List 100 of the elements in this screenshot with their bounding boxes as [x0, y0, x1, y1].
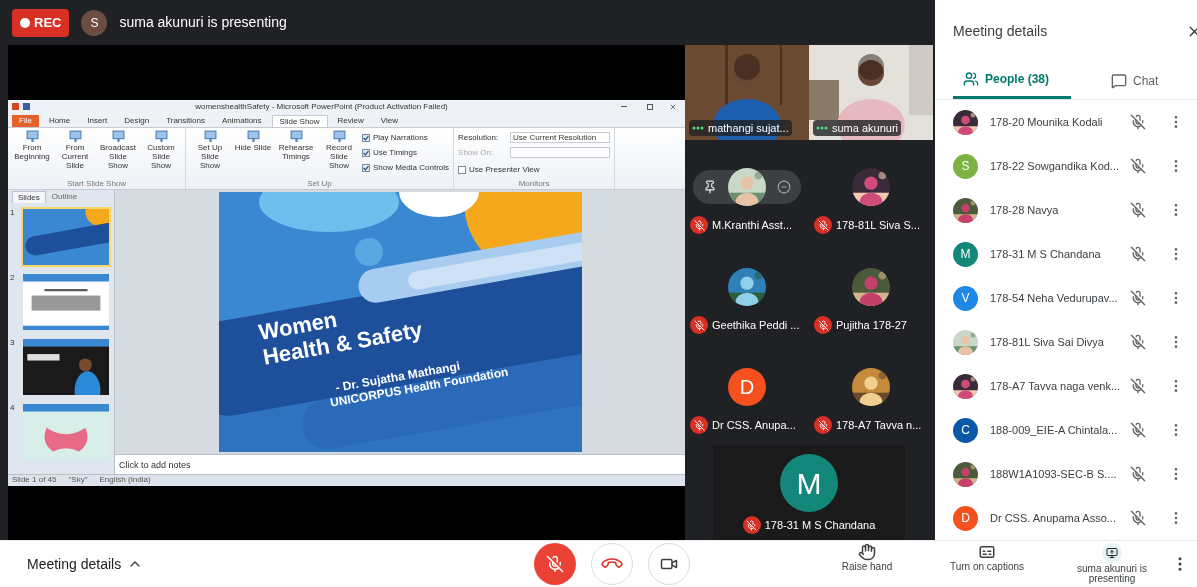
avatar: S — [81, 9, 108, 36]
checkbox[interactable] — [458, 165, 467, 174]
remove-icon[interactable] — [777, 180, 791, 194]
video-tile[interactable]: suma akunuri — [809, 45, 933, 140]
participant-tile[interactable]: Geethika Peddi ... — [685, 240, 809, 340]
avatar: V — [953, 285, 978, 311]
slide-thumbnail[interactable] — [21, 206, 111, 267]
ribbon-tab[interactable]: Review — [330, 114, 371, 127]
hand-icon — [858, 543, 876, 561]
action-button[interactable]: Raise hand — [817, 543, 917, 572]
captions-icon — [978, 543, 996, 561]
ribbon-button[interactable]: Record Slide Show — [319, 129, 359, 170]
meeting-details-button[interactable]: Meeting details — [27, 553, 122, 575]
participant-name: 178-81L Siva Sai Divya — [990, 334, 1105, 350]
maximize-icon[interactable] — [647, 103, 653, 110]
screen-icon — [154, 129, 168, 143]
checkbox[interactable] — [362, 148, 370, 157]
participant-tile[interactable]: M.Kranthi Asst... — [685, 140, 809, 240]
ribbon-button[interactable]: Hide Slide — [233, 129, 273, 152]
screen-icon — [289, 129, 303, 143]
slide-thumbnail[interactable] — [21, 271, 111, 332]
pane-tab[interactable]: Outline — [46, 190, 83, 203]
ribbon-button[interactable]: Custom Slide Show — [141, 129, 181, 170]
panel-tab[interactable]: Chat — [1101, 62, 1169, 99]
checkbox-label: Play Narrations — [373, 131, 428, 144]
group-title: Monitors — [517, 178, 551, 189]
chat-icon — [1111, 72, 1127, 89]
group-title: Set Up — [306, 178, 333, 189]
screen-icon — [332, 129, 346, 143]
ribbon-button[interactable]: Broadcast Slide Show — [98, 129, 138, 170]
ribbon-button[interactable]: Set Up Slide Show — [190, 129, 230, 170]
featured-tile[interactable]: M 178-31 M S Chandana — [713, 445, 905, 540]
ribbon-tab[interactable]: Slide Show — [271, 114, 328, 127]
participant-name: 188W1A1093-SEC-B S.... — [990, 466, 1118, 482]
ribbon-tab[interactable]: Animations — [215, 114, 269, 127]
avatar: M — [953, 241, 978, 267]
participant-name: 178-81L Siva S... — [836, 217, 920, 233]
app-icon — [12, 103, 19, 110]
more-dots-icon — [816, 125, 828, 130]
participant-tile[interactable]: 178-A7 Tavva n... — [809, 340, 933, 440]
participant-name: 178-20 Mounika Kodali — [990, 114, 1104, 130]
microphone-button[interactable] — [534, 543, 576, 585]
participant-name: suma akunuri — [832, 120, 899, 136]
ribbon-button[interactable]: From Current Slide — [55, 129, 95, 170]
field-label: Resolution: — [458, 131, 500, 144]
ribbon-tab[interactable]: Insert — [80, 114, 115, 127]
ribbon-button[interactable]: Rehearse Timings — [276, 129, 316, 161]
slide-thumbnail[interactable] — [21, 401, 111, 462]
participant-name: Dr CSS. Anupa... — [712, 417, 796, 433]
participant-name: mathangi sujat... — [708, 120, 789, 136]
action-button[interactable]: suma akunuri is presenting — [1057, 543, 1167, 584]
record-dot-icon — [20, 17, 30, 28]
pane-tab[interactable]: Slides — [12, 190, 46, 203]
muted-mic-icon — [546, 555, 564, 573]
people-icon — [963, 71, 979, 87]
participant-name: M.Kranthi Asst... — [712, 217, 793, 233]
avatar: D — [953, 505, 978, 531]
participant-name: 178-A7 Tavva naga venk... — [990, 378, 1120, 394]
group-title: Start Slide Show — [65, 178, 128, 189]
slide-number: 4 — [10, 401, 16, 414]
ribbon-tab[interactable]: View — [373, 114, 406, 127]
field-label: Show On: — [458, 146, 495, 159]
ribbon-tab[interactable]: Home — [41, 114, 78, 127]
participant-tile[interactable]: 178-81L Siva S... — [809, 140, 933, 240]
participant-name: 188-009_EIE-A Chintala... — [990, 422, 1119, 438]
avatar: D — [728, 368, 766, 406]
checkbox[interactable] — [362, 163, 370, 172]
status-text: English (India) — [99, 474, 151, 486]
participant-tile[interactable]: Pujitha 178-27 — [809, 240, 933, 340]
participant-name: Dr CSS. Anupama Asso... — [990, 510, 1117, 526]
hang-up-button[interactable] — [591, 543, 633, 585]
ribbon-button[interactable]: From Beginning — [12, 129, 52, 161]
participant-name: 178-22 Sowgandika Kod... — [990, 158, 1120, 174]
slide-number: 1 — [10, 206, 16, 219]
dropdown-field[interactable]: Use Current Resolution — [510, 132, 611, 143]
screen-icon — [68, 129, 82, 143]
checkbox-label: Use Timings — [373, 146, 417, 159]
checkbox[interactable] — [362, 133, 370, 142]
participant-name: 178-A7 Tavva n... — [836, 417, 922, 433]
ribbon-tab[interactable]: Transitions — [159, 114, 212, 127]
presenting-text: suma akunuri is presenting — [119, 13, 287, 32]
participant-name: 178-28 Navya — [990, 202, 1060, 218]
slide-title: Women Health & Safety — [256, 305, 424, 370]
participant-name: 178-31 M S Chandana — [764, 517, 876, 533]
pin-icon[interactable] — [703, 180, 717, 194]
ribbon-tab[interactable]: Design — [117, 114, 157, 127]
camera-button[interactable] — [648, 543, 690, 585]
slide-thumbnail[interactable] — [21, 336, 111, 397]
present-icon — [1102, 543, 1122, 563]
action-button[interactable]: Turn on captions — [927, 543, 1047, 572]
checkbox-label: Use Presenter View — [469, 163, 540, 176]
participant-name: 178-31 M S Chandana — [990, 246, 1102, 262]
participant-name: Pujitha 178-27 — [836, 317, 907, 333]
video-tile[interactable]: mathangi sujat... — [685, 45, 809, 140]
screen-icon — [203, 129, 217, 143]
screen-icon — [111, 129, 125, 143]
screen-icon — [246, 129, 260, 143]
panel-tab[interactable]: People (38) — [953, 62, 1071, 99]
participant-tile[interactable]: D Dr CSS. Anupa... — [685, 340, 809, 440]
dropdown-field[interactable] — [510, 147, 611, 158]
